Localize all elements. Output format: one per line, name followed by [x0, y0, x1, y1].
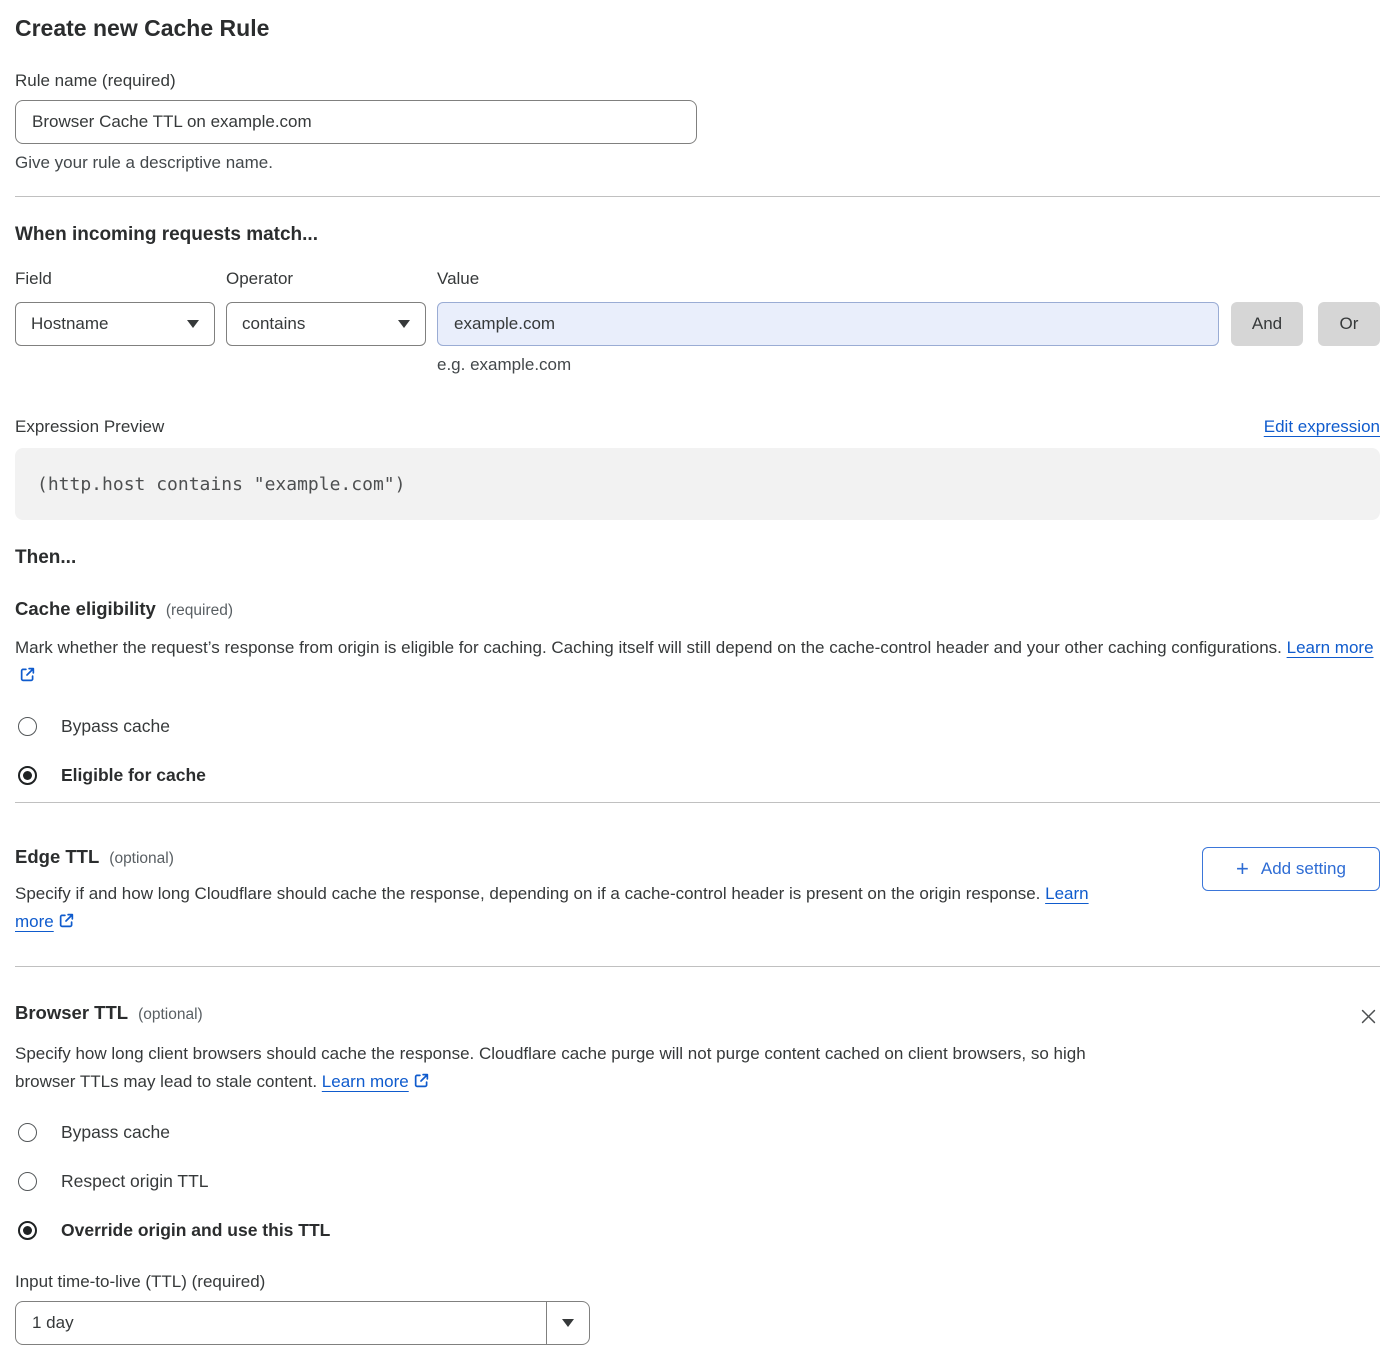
external-link-icon — [58, 914, 75, 933]
cache-eligibility-title: Cache eligibility — [15, 597, 156, 620]
radio-bypass-cache[interactable]: Bypass cache — [15, 716, 1380, 737]
remove-browser-ttl-button[interactable] — [1357, 1005, 1380, 1028]
field-select-value: Hostname — [31, 314, 108, 334]
ttl-input-label: Input time-to-live (TTL) (required) — [15, 1271, 1380, 1293]
match-heading: When incoming requests match... — [15, 223, 1380, 246]
and-button[interactable]: And — [1231, 302, 1303, 346]
edge-ttl-description-text: Specify if and how long Cloudflare shoul… — [15, 884, 1040, 903]
ttl-select[interactable]: 1 day — [15, 1301, 590, 1345]
add-setting-button[interactable]: + Add setting — [1202, 847, 1380, 891]
operator-select-value: contains — [242, 314, 305, 334]
radio-eligible-for-cache[interactable]: Eligible for cache — [15, 765, 1380, 786]
value-input[interactable] — [437, 302, 1219, 346]
operator-column-label: Operator — [226, 268, 437, 290]
radio-label: Bypass cache — [61, 1122, 170, 1143]
ttl-select-caret-area[interactable] — [546, 1302, 589, 1344]
radio-bypass-cache-browser[interactable]: Bypass cache — [15, 1122, 1380, 1143]
radio-label: Bypass cache — [61, 716, 170, 737]
browser-ttl-options: Bypass cache Respect origin TTL Override… — [15, 1122, 1380, 1241]
cache-eligibility-description-text: Mark whether the request’s response from… — [15, 638, 1282, 657]
radio-unselected-icon — [18, 1172, 37, 1191]
chevron-down-icon — [398, 320, 410, 328]
browser-ttl-heading: Browser TTL (optional) — [15, 1001, 203, 1024]
radio-unselected-icon — [18, 717, 37, 736]
expression-preview-label: Expression Preview — [15, 416, 164, 438]
edit-expression-link[interactable]: Edit expression — [1264, 416, 1380, 438]
radio-label: Respect origin TTL — [61, 1171, 209, 1192]
ttl-select-value: 1 day — [16, 1302, 546, 1344]
match-column-labels: Field Operator Value — [15, 268, 1380, 290]
cache-eligibility-description: Mark whether the request’s response from… — [15, 634, 1380, 692]
radio-override-origin-ttl[interactable]: Override origin and use this TTL — [15, 1220, 1380, 1241]
radio-respect-origin-ttl[interactable]: Respect origin TTL — [15, 1171, 1380, 1192]
or-button[interactable]: Or — [1318, 302, 1380, 346]
field-select[interactable]: Hostname — [15, 302, 215, 346]
external-link-icon — [19, 668, 36, 687]
value-column-label: Value — [437, 268, 479, 290]
value-helper-text: e.g. example.com — [437, 354, 1380, 376]
edge-ttl-title: Edge TTL — [15, 845, 99, 868]
browser-ttl-section-header: Browser TTL (optional) — [15, 1001, 1380, 1028]
add-setting-label: Add setting — [1261, 859, 1346, 879]
browser-ttl-description-text: Specify how long client browsers should … — [15, 1044, 1086, 1091]
edge-ttl-heading: Edge TTL (optional) — [15, 845, 1125, 868]
expression-code: (http.host contains "example.com") — [37, 474, 405, 495]
cache-eligibility-heading: Cache eligibility (required) — [15, 597, 1380, 620]
cache-eligibility-qualifier: (required) — [166, 602, 233, 620]
browser-ttl-title: Browser TTL — [15, 1001, 128, 1024]
radio-label: Override origin and use this TTL — [61, 1220, 330, 1241]
cache-eligibility-learn-more-link[interactable]: Learn more — [1287, 638, 1374, 657]
browser-ttl-learn-more-link[interactable]: Learn more — [322, 1072, 409, 1091]
edge-ttl-description: Specify if and how long Cloudflare shoul… — [15, 880, 1125, 938]
radio-unselected-icon — [18, 1123, 37, 1142]
chevron-down-icon — [562, 1319, 574, 1327]
radio-label: Eligible for cache — [61, 765, 206, 786]
rule-name-input[interactable] — [15, 100, 697, 144]
rule-name-label: Rule name (required) — [15, 70, 1380, 92]
expression-code-block: (http.host contains "example.com") — [15, 448, 1380, 520]
edge-ttl-section-header: Edge TTL (optional) Specify if and how l… — [15, 845, 1380, 938]
cache-eligibility-options: Bypass cache Eligible for cache — [15, 716, 1380, 786]
section-divider — [15, 802, 1380, 803]
browser-ttl-description: Specify how long client browsers should … — [15, 1040, 1115, 1098]
chevron-down-icon — [187, 320, 199, 328]
plus-icon: + — [1236, 859, 1249, 879]
close-icon — [1359, 1007, 1378, 1026]
radio-selected-icon — [18, 766, 37, 785]
external-link-icon — [413, 1074, 430, 1093]
section-divider — [15, 196, 1380, 197]
section-divider — [15, 966, 1380, 967]
edge-ttl-qualifier: (optional) — [109, 850, 174, 868]
browser-ttl-qualifier: (optional) — [138, 1006, 203, 1024]
page-title: Create new Cache Rule — [15, 14, 1380, 42]
rule-name-helper: Give your rule a descriptive name. — [15, 152, 1380, 174]
match-controls-row: Hostname contains And Or — [15, 302, 1380, 346]
operator-select[interactable]: contains — [226, 302, 426, 346]
radio-selected-icon — [18, 1221, 37, 1240]
then-heading: Then... — [15, 546, 1380, 569]
field-column-label: Field — [15, 268, 226, 290]
